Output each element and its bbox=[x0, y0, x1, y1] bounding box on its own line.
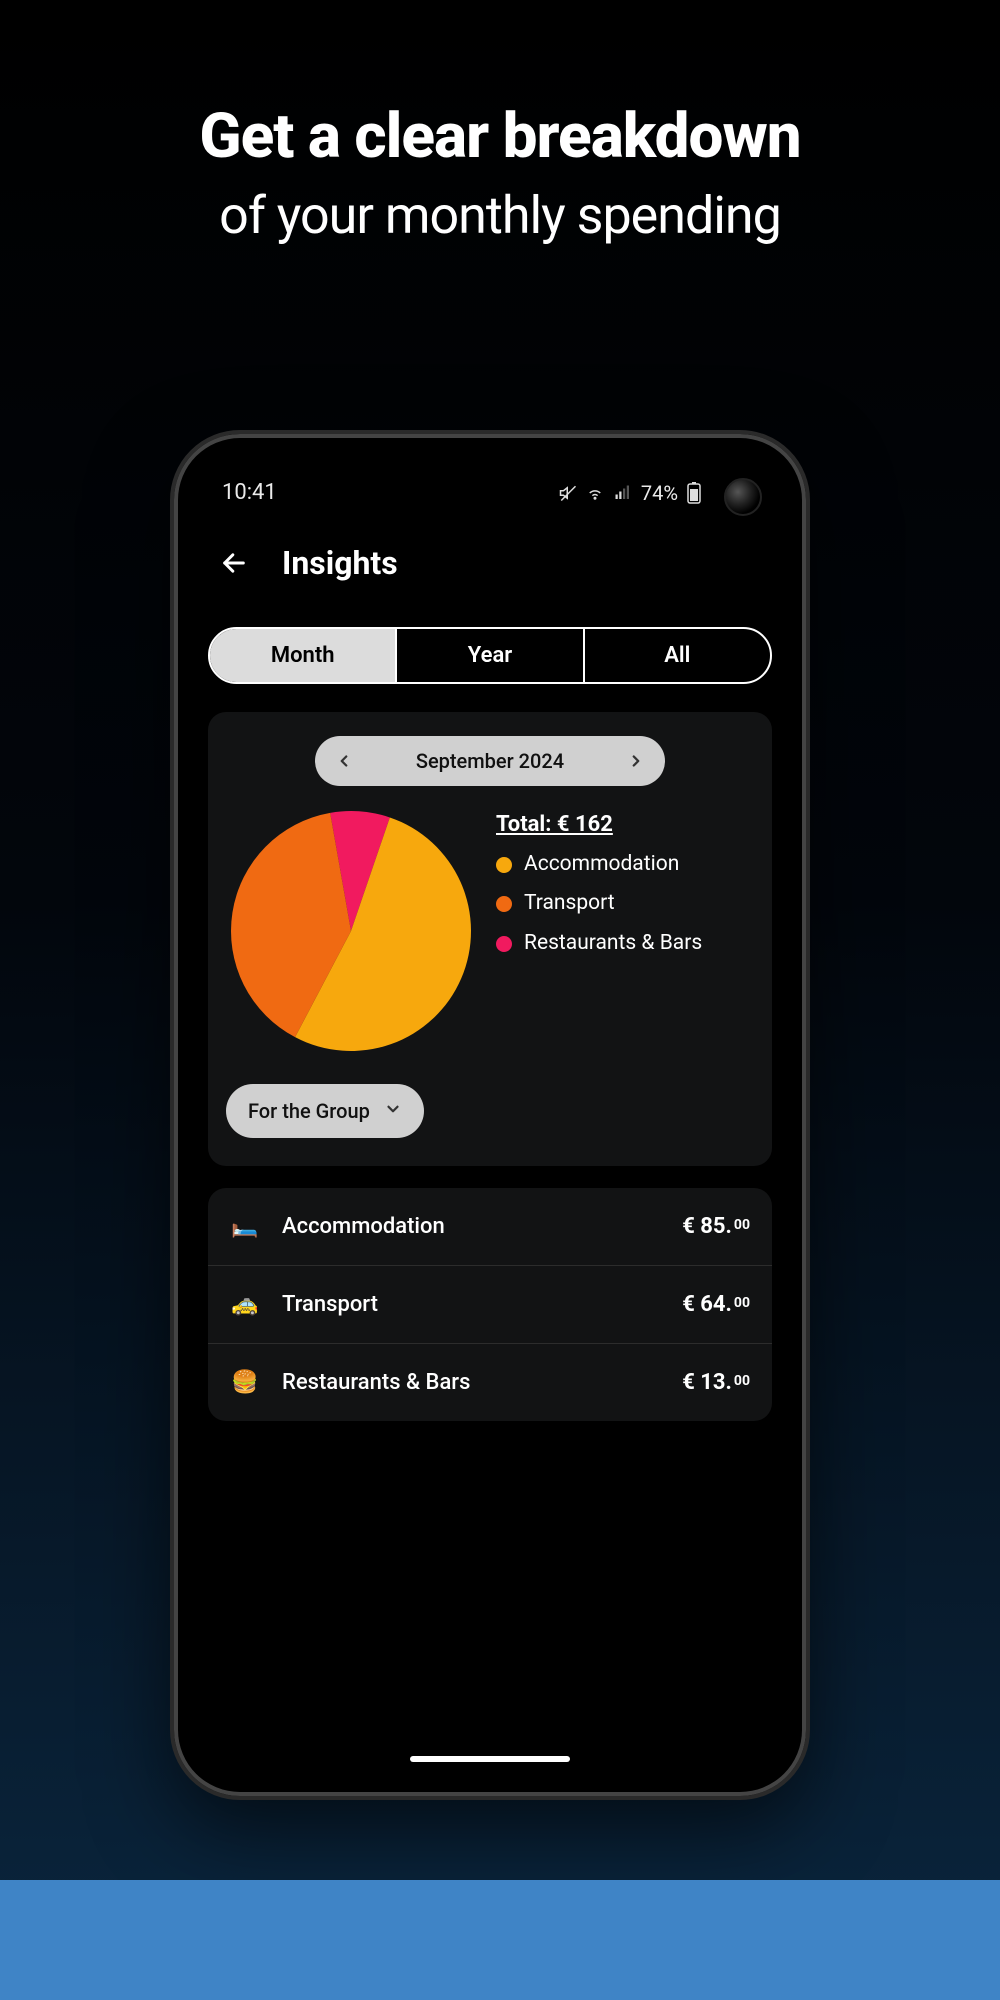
home-indicator[interactable] bbox=[410, 1756, 570, 1762]
legend-label: Transport bbox=[524, 890, 615, 917]
segment-all[interactable]: All bbox=[585, 629, 770, 682]
category-icon: 🛏️ bbox=[230, 1214, 260, 1239]
legend-label: Accommodation bbox=[524, 851, 679, 878]
category-label: Restaurants & Bars bbox=[282, 1370, 660, 1395]
category-label: Transport bbox=[282, 1292, 660, 1317]
signal-icon bbox=[613, 484, 633, 502]
status-bar: 10:41 74% bbox=[208, 474, 772, 505]
title-bar: Insights bbox=[208, 543, 772, 583]
segment-month[interactable]: Month bbox=[210, 629, 397, 682]
legend-dot bbox=[496, 896, 512, 912]
category-row[interactable]: 🛏️ Accommodation € 85.00 bbox=[208, 1188, 772, 1266]
legend-label: Restaurants & Bars bbox=[524, 930, 702, 957]
footer-bar bbox=[0, 1880, 1000, 2000]
category-amount: € 64.00 bbox=[682, 1292, 750, 1317]
period-segmented-control: Month Year All bbox=[208, 627, 772, 684]
mute-icon bbox=[559, 484, 577, 502]
back-button[interactable] bbox=[214, 543, 254, 583]
category-amount: € 85.00 bbox=[682, 1214, 750, 1239]
scope-dropdown[interactable]: For the Group bbox=[226, 1084, 424, 1138]
phone-screen: 10:41 74% bbox=[184, 444, 796, 1786]
category-amount: € 13.00 bbox=[682, 1370, 750, 1395]
month-picker: September 2024 bbox=[315, 736, 665, 786]
battery-text: 74% bbox=[641, 481, 678, 505]
pie-chart bbox=[226, 806, 476, 1056]
chevron-down-icon bbox=[384, 1099, 402, 1123]
hero-copy: Get a clear breakdown of your monthly sp… bbox=[0, 100, 1000, 246]
scope-label: For the Group bbox=[248, 1099, 370, 1123]
legend-dot bbox=[496, 857, 512, 873]
battery-icon bbox=[686, 482, 702, 504]
month-label: September 2024 bbox=[416, 749, 564, 773]
legend-item: Transport bbox=[496, 890, 754, 917]
segment-year[interactable]: Year bbox=[397, 629, 584, 682]
legend-item: Accommodation bbox=[496, 851, 754, 878]
category-icon: 🍔 bbox=[230, 1370, 260, 1395]
hero-line-1: Get a clear breakdown bbox=[0, 100, 1000, 173]
category-row[interactable]: 🚕 Transport € 64.00 bbox=[208, 1266, 772, 1344]
legend-dot bbox=[496, 936, 512, 952]
hero-line-2: of your monthly spending bbox=[0, 185, 1000, 246]
category-label: Accommodation bbox=[282, 1214, 660, 1239]
selfie-camera bbox=[724, 478, 762, 516]
category-icon: 🚕 bbox=[230, 1292, 260, 1317]
prev-month-button[interactable] bbox=[329, 746, 359, 776]
chart-card: September 2024 Total: € 162 Accommodatio… bbox=[208, 712, 772, 1166]
next-month-button[interactable] bbox=[621, 746, 651, 776]
phone-frame: 10:41 74% bbox=[170, 430, 810, 1800]
category-list: 🛏️ Accommodation € 85.00 🚕 Transport € 64.00 🍔… bbox=[208, 1188, 772, 1421]
chart-total: Total: € 162 bbox=[496, 812, 754, 837]
category-row[interactable]: 🍔 Restaurants & Bars € 13.00 bbox=[208, 1344, 772, 1421]
chart-legend: Total: € 162 Accommodation Transport Resta… bbox=[496, 806, 754, 969]
wifi-icon bbox=[585, 484, 605, 502]
status-time: 10:41 bbox=[222, 480, 277, 505]
page-title: Insights bbox=[282, 544, 398, 582]
legend-item: Restaurants & Bars bbox=[496, 930, 754, 957]
